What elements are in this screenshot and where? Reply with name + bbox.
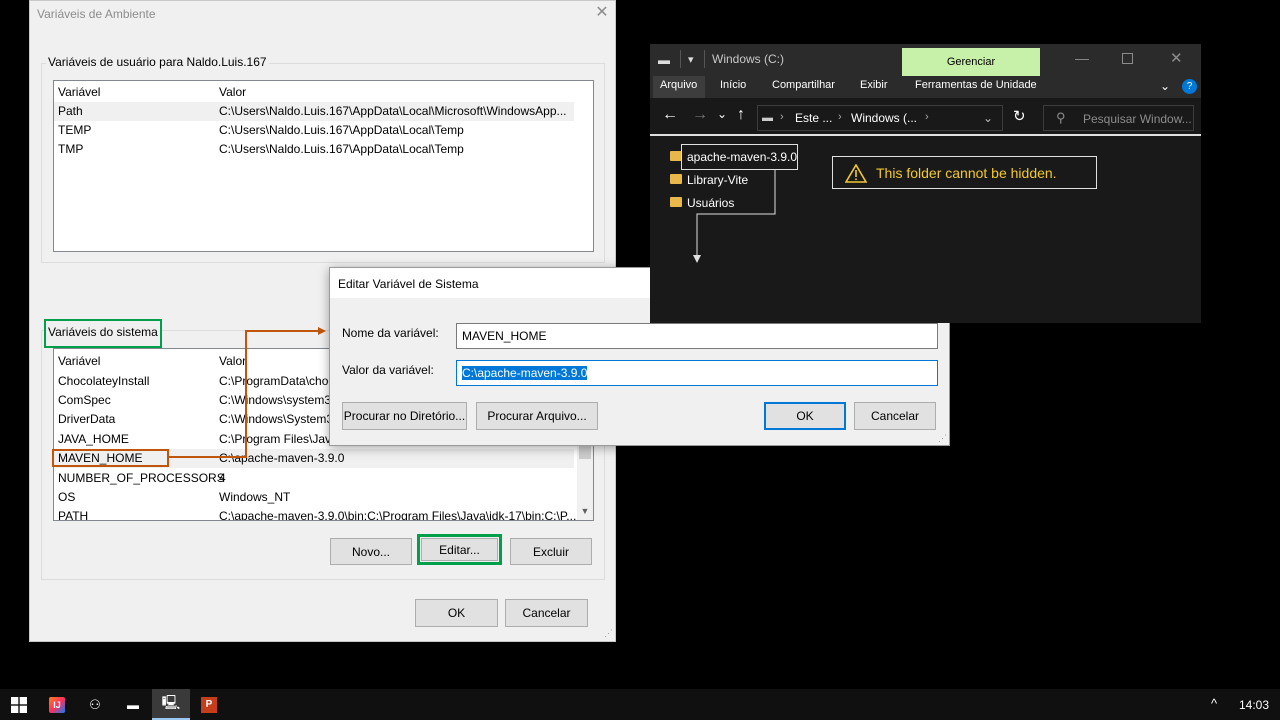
system-properties-taskbar-button[interactable]: 🖳 <box>152 689 190 720</box>
network-app-taskbar-button[interactable]: ⚇ <box>76 689 114 720</box>
intellij-taskbar-button[interactable]: IJ <box>38 689 76 720</box>
powerpoint-icon: P <box>201 696 217 713</box>
windows-logo-icon <box>11 696 27 713</box>
drive-taskbar-button[interactable]: ▬ <box>114 689 152 720</box>
start-button[interactable] <box>0 689 38 720</box>
drive-icon: ▬ <box>127 697 139 712</box>
powerpoint-taskbar-button[interactable]: P <box>190 689 228 720</box>
taskbar: IJ ⚇ ▬ 🖳 P ^ 14:03 <box>0 689 1280 720</box>
computer-icon: 🖳 <box>161 693 181 710</box>
folder-connector-arrow <box>693 170 776 263</box>
system-tray-chevron-icon[interactable]: ^ <box>1211 696 1217 711</box>
network-icon: ⚇ <box>89 696 101 712</box>
clock[interactable]: 14:03 <box>1239 698 1269 712</box>
intellij-icon: IJ <box>49 696 65 713</box>
